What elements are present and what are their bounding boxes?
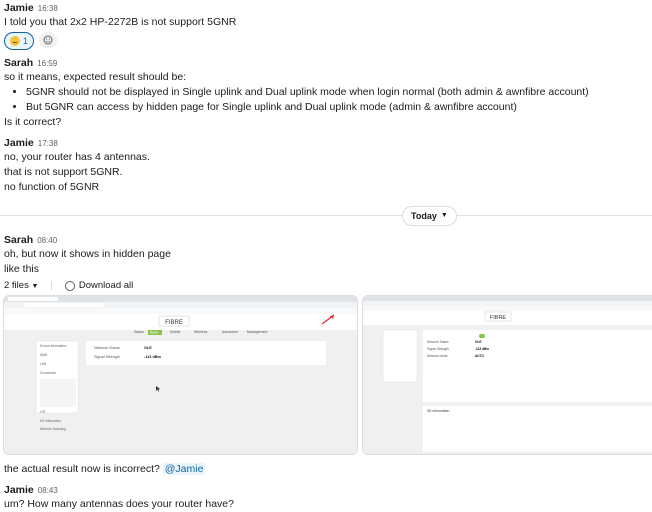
emoji-icon xyxy=(10,36,20,46)
message-text: I told you that 2x2 HP-2272B is not supp… xyxy=(4,16,237,28)
download-icon xyxy=(64,280,75,291)
message-text: no function of 5GNR xyxy=(4,181,100,193)
timestamp[interactable]: 16:59 xyxy=(37,59,57,68)
svg-text:Management: Management xyxy=(247,330,267,334)
svg-text:Network Status: Network Status xyxy=(94,346,120,350)
bullet-list: 5GNR should not be displayed in Single u… xyxy=(4,85,648,115)
svg-text:Signal Strength: Signal Strength xyxy=(427,347,449,351)
sender-name[interactable]: Jamie xyxy=(4,137,34,149)
caret-down-icon: ▼ xyxy=(31,283,39,290)
message-text: um? How many antennas does your router h… xyxy=(4,498,234,510)
message-text: no, your router has 4 antennas. xyxy=(4,151,150,163)
svg-text:5G Information: 5G Information xyxy=(427,409,450,413)
date-divider-line xyxy=(0,215,652,216)
sender-name[interactable]: Jamie xyxy=(4,484,34,496)
date-divider-button[interactable]: Today ▼ xyxy=(402,206,457,226)
svg-text:LAN: LAN xyxy=(40,362,47,366)
message-jamie-2: Jamie 17:38 no, your router has 4 antenna… xyxy=(4,137,648,195)
svg-text:Signal Strength: Signal Strength xyxy=(94,355,120,359)
svg-text:Network Status: Network Status xyxy=(427,340,449,344)
message-text: Is it correct? xyxy=(4,116,62,128)
chevron-down-icon: ▼ xyxy=(440,212,448,219)
svg-text:LTE: LTE xyxy=(40,410,46,414)
message-text: oh, but now it shows in hidden page xyxy=(4,248,171,260)
message-text: so it means, expected result should be: xyxy=(4,71,187,83)
files-toolbar: 2 files ▼ | Download all xyxy=(4,280,134,291)
svg-text:OLE: OLE xyxy=(475,340,482,344)
router-ui-thumbnail-2: FIBRE Network Status OLE Signal Strength… xyxy=(363,296,652,454)
message-jamie-1: Jamie 16:38 I told you that 2x2 HP-2272B … xyxy=(4,2,648,50)
message-text: the actual result now is incorrect? xyxy=(4,463,160,475)
timestamp[interactable]: 16:38 xyxy=(38,4,58,13)
sender-name[interactable]: Sarah xyxy=(4,234,33,246)
attached-screenshot-2[interactable]: FIBRE Network Status OLE Signal Strength… xyxy=(362,295,652,455)
download-all-button[interactable]: Download all xyxy=(64,280,133,291)
svg-text:Advanced: Advanced xyxy=(222,330,238,334)
svg-text:Mobile: Mobile xyxy=(170,330,180,334)
svg-text:-113 dBm: -113 dBm xyxy=(144,355,162,359)
svg-text:OLE: OLE xyxy=(144,346,152,350)
reaction-count: 1 xyxy=(23,36,29,46)
message-sarah-2: Sarah 08:40 oh, but now it shows in hidde… xyxy=(4,234,648,277)
brand-logo-1: FIBRE xyxy=(165,320,183,326)
message-sarah-1: Sarah 16:59 so it means, expected result … xyxy=(4,57,648,130)
files-toggle[interactable]: 2 files ▼ xyxy=(4,280,38,291)
svg-text:-113 dBm: -113 dBm xyxy=(475,347,489,351)
svg-text:WAN: WAN xyxy=(40,353,48,357)
user-mention[interactable]: @Jamie xyxy=(162,463,206,475)
add-reaction-button[interactable] xyxy=(39,32,58,48)
brand-logo-2: FIBRE xyxy=(490,315,507,321)
message-text: that is not support 5GNR. xyxy=(4,166,123,178)
date-label: Today xyxy=(411,211,437,221)
list-item: But 5GNR can access by hidden page for S… xyxy=(26,100,648,115)
svg-text:Status: Status xyxy=(134,330,144,334)
svg-text:Network mode: Network mode xyxy=(427,354,448,358)
svg-text:Wireless: Wireless xyxy=(194,330,208,334)
sender-name[interactable]: Sarah xyxy=(4,57,33,69)
svg-text:AUTO: AUTO xyxy=(475,354,484,358)
timestamp[interactable]: 17:38 xyxy=(38,139,58,148)
svg-text:5G Information: 5G Information xyxy=(40,419,61,423)
timestamp[interactable]: 08:43 xyxy=(38,486,58,495)
attached-screenshot-1[interactable]: FIBRE Status Basic Mobile Wireless Advan… xyxy=(3,295,358,455)
svg-text:Network Scanning: Network Scanning xyxy=(40,427,66,431)
reaction-pill[interactable]: 1 xyxy=(4,32,35,50)
svg-text:Basic: Basic xyxy=(150,331,159,335)
router-ui-thumbnail-1: FIBRE Status Basic Mobile Wireless Advan… xyxy=(4,296,357,454)
list-item: 5GNR should not be displayed in Single u… xyxy=(26,85,648,100)
timestamp[interactable]: 08:40 xyxy=(37,236,57,245)
svg-text:Device Information: Device Information xyxy=(40,344,67,348)
message-text: like this xyxy=(4,263,40,275)
sender-name[interactable]: Jamie xyxy=(4,2,34,14)
message-jamie-3: Jamie 08:43 um? How many antennas does yo… xyxy=(4,484,648,512)
add-emoji-icon xyxy=(43,35,53,45)
message-sarah-3: the actual result now is incorrect? @Jam… xyxy=(4,462,648,477)
svg-text:Connection: Connection xyxy=(40,371,56,375)
